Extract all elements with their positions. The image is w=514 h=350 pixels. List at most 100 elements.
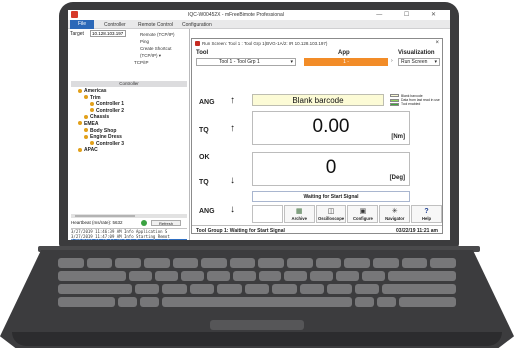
- status-message: Waiting for Start Signal: [252, 191, 410, 202]
- torque-value: 0.00: [312, 116, 350, 137]
- status-legend: Blank barcode Data from last read in use T…: [390, 94, 442, 107]
- tree-node-label: Controller 3: [96, 140, 125, 147]
- tree-node[interactable]: Chassis: [72, 114, 186, 121]
- remote-tcpip-button[interactable]: Remote (TCP/IP): [132, 31, 189, 38]
- tq-label-bottom: TQ: [199, 179, 209, 186]
- visualization-header: Visualization: [398, 50, 435, 56]
- ok-label: OK: [199, 154, 210, 161]
- folder-icon: [78, 121, 82, 126]
- event-log: 3/27/2019 11:46:39 AM Info Application S…: [71, 228, 187, 240]
- visualization-select-value: Run Screen: [401, 59, 428, 65]
- folder-icon: [90, 108, 94, 113]
- ping-button[interactable]: Ping: [132, 38, 189, 45]
- heartbeat-rate: Heartbeat (ms/rate): 5632: [71, 220, 123, 225]
- refresh-row: Heartbeat (ms/rate): 5632 Refresh: [71, 220, 187, 226]
- tree-node[interactable]: Americas: [72, 88, 186, 95]
- tree-node-label: Trim: [90, 94, 101, 101]
- tab-file[interactable]: File: [70, 20, 94, 29]
- folder-icon: [84, 134, 88, 139]
- create-shortcut-button[interactable]: Create Shortcut (TCP/IP) ▾: [132, 45, 189, 59]
- footer-timestamp: 03/22/19 11:21 am: [396, 228, 438, 234]
- angle-display: 0 [Deg]: [252, 152, 410, 186]
- ribbon-tabs: File Controller Remote Control Configura…: [68, 20, 450, 29]
- blank-button: [252, 205, 283, 223]
- close-icon[interactable]: ×: [435, 40, 439, 46]
- chevron-right-icon[interactable]: ›: [391, 58, 393, 64]
- app-select[interactable]: 1 -: [304, 58, 388, 66]
- controller-header: Controller: [71, 81, 187, 87]
- arrow-up-icon: ↑: [230, 123, 235, 134]
- help-button[interactable]: ? Help: [411, 205, 442, 223]
- help-icon: ?: [424, 208, 429, 215]
- laptop-base-edge: [12, 332, 502, 346]
- tree-node[interactable]: EMEA: [72, 121, 186, 128]
- app-title: IQC-W00452X - mFreeBimote Professional: [188, 12, 284, 18]
- controller-pane: Target 10.128.103.197 Remote (TCP/IP) Pi…: [68, 29, 190, 240]
- tree-node-label: Controller 2: [96, 107, 125, 114]
- trackpad[interactable]: [210, 320, 304, 330]
- tree-node-label: Chassis: [90, 114, 110, 121]
- tab-remote-control[interactable]: Remote Control: [138, 22, 173, 28]
- archive-icon: ▦: [295, 208, 303, 215]
- toolbar-button-label: Navigator: [385, 216, 405, 221]
- tree-node[interactable]: Controller 3: [72, 141, 186, 148]
- tree-node[interactable]: Body Shop: [72, 128, 186, 135]
- navigator-icon: ✳: [391, 208, 398, 215]
- arrow-up-icon: ↑: [230, 95, 235, 106]
- toolbar-button-label: Oscilloscope: [318, 216, 345, 221]
- configure-icon: ▣: [359, 208, 367, 215]
- configure-button[interactable]: ▣ Configure: [347, 205, 379, 223]
- visualization-select[interactable]: Run Screen ▾: [398, 58, 440, 66]
- folder-icon: [90, 101, 94, 106]
- tree-node-label: APAC: [84, 147, 98, 154]
- run-screen-footer: Tool Group 1: Waiting for Start Signal 0…: [192, 225, 442, 234]
- tree-node[interactable]: APAC: [72, 147, 186, 154]
- window-controls[interactable]: — ☐ ✕: [376, 11, 446, 18]
- angle-value: 0: [325, 157, 337, 178]
- chevron-down-icon: ▾: [290, 59, 293, 65]
- folder-icon: [84, 114, 88, 119]
- run-screen-window: Run Screen: Tool 1 : Tool Grp 1(BVG-1A/2…: [191, 38, 443, 234]
- archive-button[interactable]: ▦ Archive: [283, 205, 315, 223]
- tree-node-label: Body Shop: [90, 127, 117, 134]
- run-screen-title: Run Screen: Tool 1 : Tool Grp 1(BVG-1A/2…: [202, 41, 328, 46]
- tree-node-label: Engine Dress: [90, 134, 122, 141]
- folder-icon: [84, 128, 88, 133]
- navigator-button[interactable]: ✳ Navigator: [379, 205, 411, 223]
- tool-select-value: Tool 1 - Tool Grp 1: [219, 59, 260, 65]
- torque-unit: [Nm]: [391, 134, 405, 140]
- chevron-down-icon: ▾: [434, 59, 437, 65]
- oscilloscope-icon: ◫: [327, 208, 335, 215]
- target-input[interactable]: 10.128.103.197: [90, 30, 126, 37]
- run-screen-title-bar: Run Screen: Tool 1 : Tool Grp 1(BVG-1A/2…: [192, 39, 442, 48]
- refresh-button[interactable]: Refresh: [151, 220, 181, 226]
- barcode-field[interactable]: Blank barcode: [252, 94, 384, 106]
- tree-node[interactable]: Controller 2: [72, 108, 186, 115]
- tree-node[interactable]: Controller 1: [72, 101, 186, 108]
- tree-node-label: EMEA: [84, 120, 99, 127]
- toolbar-button-label: Configure: [353, 216, 373, 221]
- legend-swatch: [390, 98, 399, 102]
- refresh-icon: [141, 220, 147, 226]
- folder-icon: [84, 95, 88, 100]
- arrow-down-icon: ↓: [230, 204, 235, 215]
- app-header: App: [338, 50, 350, 56]
- horizontal-scrollbar[interactable]: [71, 214, 187, 218]
- legend-item: Tool enabled: [390, 102, 442, 106]
- angle-unit: [Deg]: [389, 175, 405, 181]
- log-row[interactable]: 3/27/2019 11:47:14 AM Info Remote Contro…: [71, 239, 187, 240]
- run-screen-logo-icon: [195, 41, 200, 46]
- oscilloscope-button[interactable]: ◫ Oscilloscope: [315, 205, 347, 223]
- torque-display: 0.00 [Nm]: [252, 111, 410, 145]
- tool-select[interactable]: Tool 1 - Tool Grp 1 ▾: [196, 58, 296, 66]
- legend-label: Tool enabled: [401, 102, 421, 107]
- tree-node[interactable]: Trim: [72, 95, 186, 102]
- folder-icon: [90, 141, 94, 146]
- footer-status: Tool Group 1: Waiting for Start Signal: [196, 228, 285, 234]
- tool-header: Tool: [196, 50, 209, 56]
- legend-swatch: [390, 94, 399, 98]
- controller-tree: Americas Trim Controller 1 Controller 2 Chas…: [72, 88, 186, 154]
- tree-node[interactable]: Engine Dress: [72, 134, 186, 141]
- tab-controller[interactable]: Controller: [104, 22, 126, 28]
- tab-configuration[interactable]: Configuration: [182, 22, 212, 28]
